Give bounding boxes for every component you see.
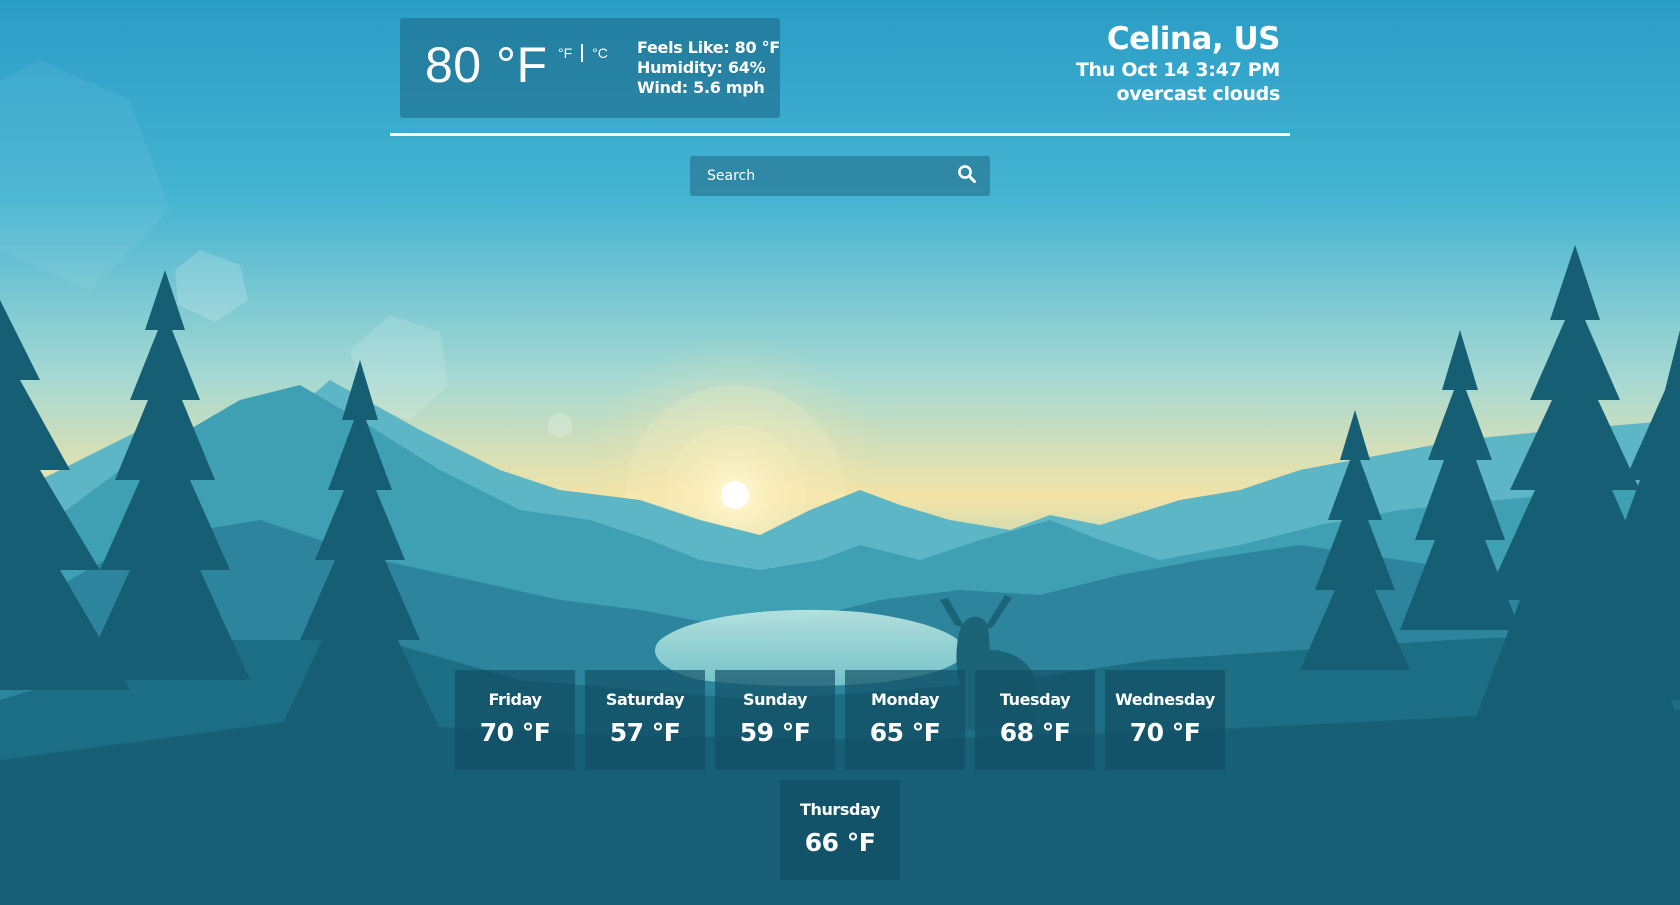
forecast-card-wednesday: Wednesday 70 °F bbox=[1105, 670, 1225, 770]
forecast-day-temp: 65 °F bbox=[869, 718, 941, 747]
forecast-card-friday: Friday 70 °F bbox=[455, 670, 575, 770]
forecast-day-temp: 68 °F bbox=[999, 718, 1071, 747]
forecast-day-temp: 70 °F bbox=[1129, 718, 1201, 747]
forecast-day-temp: 59 °F bbox=[739, 718, 811, 747]
city-name: Celina, US bbox=[1106, 21, 1281, 57]
fahrenheit-toggle[interactable]: °F bbox=[558, 45, 572, 61]
forecast-card-saturday: Saturday 57 °F bbox=[585, 670, 705, 770]
wind-text: Wind: 5.6 mph bbox=[637, 78, 765, 97]
search-input[interactable] bbox=[690, 156, 940, 196]
current-weather-card: 80 °F °F °C Feels Like: 80 °F Humidity: 6… bbox=[400, 18, 780, 118]
unit-toggle: °F °C bbox=[558, 44, 608, 62]
forecast-day-name: Wednesday bbox=[1115, 690, 1215, 709]
forecast-day-name: Saturday bbox=[605, 690, 685, 709]
forecast-card-sunday: Sunday 59 °F bbox=[715, 670, 835, 770]
forecast-day-name: Sunday bbox=[742, 690, 808, 709]
feels-like-text: Feels Like: 80 °F bbox=[637, 38, 780, 57]
location-info: Celina, US Thu Oct 14 3:47 PM overcast c… bbox=[1075, 20, 1281, 106]
forecast-day-temp: 66 °F bbox=[804, 828, 876, 857]
header-divider bbox=[390, 133, 1290, 136]
forecast-day-name: Monday bbox=[870, 690, 940, 709]
search-bar bbox=[690, 156, 990, 196]
unit-separator bbox=[581, 44, 584, 62]
forecast-day-name: Friday bbox=[488, 690, 542, 709]
date-time: Thu Oct 14 3:47 PM bbox=[1075, 59, 1280, 81]
forecast-card-tuesday: Tuesday 68 °F bbox=[975, 670, 1095, 770]
forecast-card-thursday: Thursday 66 °F bbox=[780, 780, 900, 880]
weather-details: Feels Like: 80 °F Humidity: 64% Wind: 5.… bbox=[637, 38, 780, 98]
search-icon bbox=[957, 164, 977, 188]
search-button[interactable] bbox=[954, 163, 980, 189]
forecast-day-temp: 57 °F bbox=[609, 718, 681, 747]
forecast-day-temp: 70 °F bbox=[479, 718, 551, 747]
forecast-day-name: Thursday bbox=[799, 800, 881, 819]
forecast-card-monday: Monday 65 °F bbox=[845, 670, 965, 770]
current-temperature: 80 °F bbox=[425, 37, 548, 93]
weather-condition: overcast clouds bbox=[1116, 83, 1280, 105]
humidity-text: Humidity: 64% bbox=[637, 58, 766, 77]
celsius-toggle[interactable]: °C bbox=[592, 45, 608, 61]
forecast-day-name: Tuesday bbox=[999, 690, 1071, 709]
